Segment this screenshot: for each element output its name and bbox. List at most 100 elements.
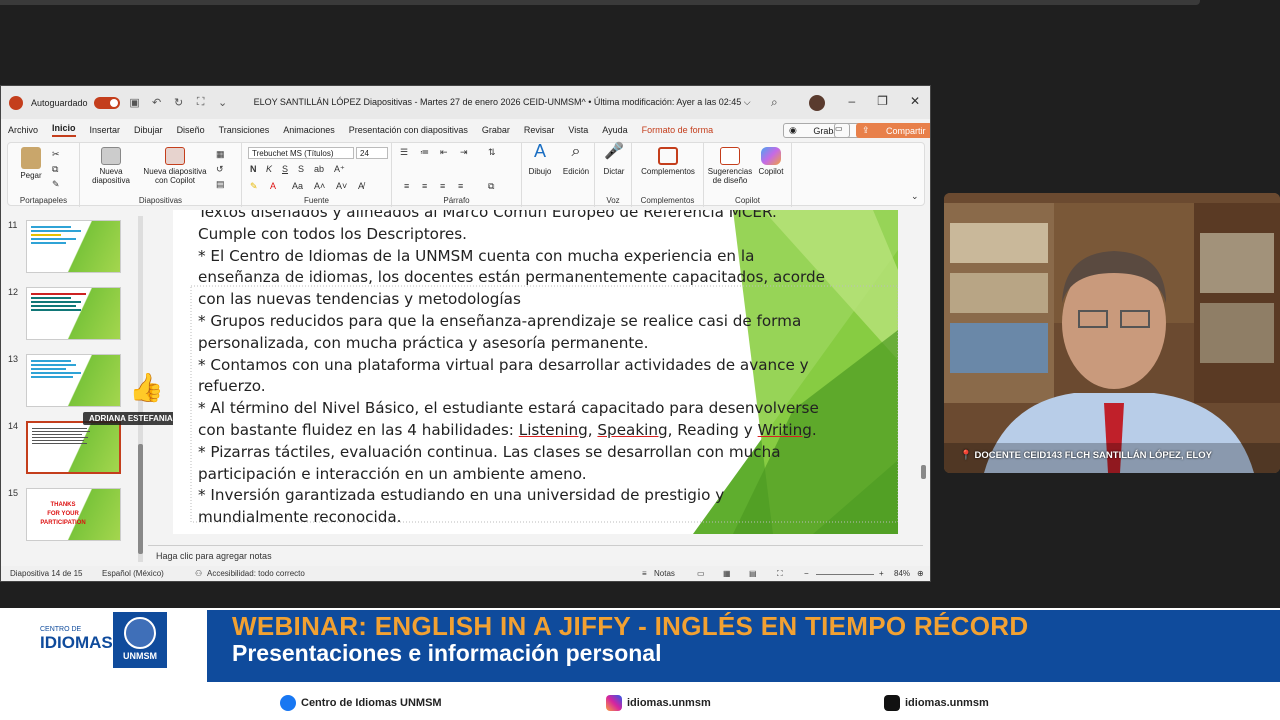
bold-icon[interactable]: N	[250, 164, 257, 174]
slide-thumbnail-14[interactable]	[26, 421, 121, 474]
font-color-grow-icon[interactable]: A⁺	[334, 164, 345, 175]
layout-icon[interactable]: ▦	[216, 149, 225, 160]
zoom-in-icon[interactable]: +	[879, 569, 884, 578]
camera-name: DOCENTE CEID143 FLCH SANTILLÁN LÓPEZ, EL…	[974, 450, 1212, 461]
autosave-label: Autoguardado	[31, 97, 88, 108]
slide-line: * El Centro de Idiomas de la UNMSM cuent…	[198, 246, 755, 265]
comments-button[interactable]: ▭	[834, 123, 850, 138]
clear-format-icon[interactable]: A̸	[358, 181, 364, 191]
menu-ayuda[interactable]: Ayuda	[602, 125, 627, 135]
menu-presentacion[interactable]: Presentación con diapositivas	[349, 125, 468, 135]
reading-view-icon[interactable]: ▤	[749, 569, 757, 578]
copilot-button[interactable]: Copilot	[754, 147, 788, 176]
zoom-out-icon[interactable]: −	[804, 569, 809, 578]
bullets-icon[interactable]: ☰	[400, 147, 408, 158]
notes-toggle[interactable]: Notas	[654, 569, 675, 578]
sorter-view-icon[interactable]: ▦	[723, 569, 731, 578]
restore-icon[interactable]: ❐	[877, 94, 888, 108]
ribbon: Pegar ✂ ⧉ ✎ Portapapeles Nueva diapositi…	[7, 142, 925, 207]
reset-icon[interactable]: ↺	[216, 164, 224, 175]
change-case-icon[interactable]: Aa	[292, 181, 303, 191]
zoom-slider[interactable]	[816, 574, 874, 575]
save-icon[interactable]: ▣	[127, 96, 143, 109]
strikethrough-icon[interactable]: S	[298, 164, 304, 174]
design-ideas-button[interactable]: Sugerencias de diseño	[706, 147, 754, 185]
minimize-icon[interactable]: –	[848, 94, 855, 108]
slide-canvas[interactable]: Textos diseñados y alineados al Marco Co…	[173, 210, 898, 534]
user-avatar[interactable]	[809, 95, 825, 111]
zoom-level[interactable]: 84%	[894, 569, 910, 578]
align-center-icon[interactable]: ≡	[422, 181, 427, 191]
group-complementos: Complementos Complementos	[632, 143, 704, 207]
fit-slide-icon[interactable]: ⊕	[917, 569, 924, 578]
justify-icon[interactable]: ≡	[458, 181, 463, 191]
highlight-icon[interactable]: ✎	[250, 181, 258, 192]
share-label: Compartir	[886, 125, 926, 136]
menu-inicio[interactable]: Inicio	[52, 123, 76, 137]
menu-grabar[interactable]: Grabar	[482, 125, 510, 135]
normal-view-icon[interactable]: ▭	[697, 569, 705, 578]
undo-icon[interactable]: ↶	[149, 96, 165, 109]
menu-transiciones[interactable]: Transiciones	[219, 125, 270, 135]
share-button[interactable]: ⇪ Compartir ▾	[856, 123, 930, 138]
format-painter-icon[interactable]: ✎	[52, 179, 60, 190]
dictate-label: Dictar	[603, 167, 625, 176]
grow-font-icon[interactable]: A˄	[314, 181, 325, 191]
new-slide-copilot-button[interactable]: Nueva diapositiva con Copilot	[140, 147, 210, 185]
slide-thumbnail-12[interactable]	[26, 287, 121, 340]
text-direction-icon[interactable]: ⇅	[488, 147, 496, 158]
language-status[interactable]: Español (México)	[102, 569, 164, 578]
new-slide-button[interactable]: Nueva diapositiva	[88, 147, 134, 185]
dictate-button[interactable]: 🎤 Dictar	[599, 144, 629, 177]
present-icon[interactable]: ⛶	[193, 96, 209, 109]
increase-indent-icon[interactable]: ⇥	[460, 147, 468, 158]
drawing-button[interactable]: A Dibujo	[522, 142, 558, 176]
menu-diseno[interactable]: Diseño	[177, 125, 205, 135]
notes-pane[interactable]: Haga clic para agregar notas	[148, 545, 923, 565]
menu-archivo[interactable]: Archivo	[8, 125, 38, 135]
italic-icon[interactable]: K	[266, 164, 272, 174]
paste-button[interactable]: Pegar	[14, 147, 48, 180]
document-title[interactable]: ELOY SANTILLÁN LÓPEZ Diapositivas - Mart…	[254, 97, 751, 108]
slide-thumbnail-15[interactable]: THANKS FOR YOUR PARTICIPATION	[26, 488, 121, 541]
slide-line: * Al término del Nivel Básico, el estudi…	[198, 399, 819, 418]
slideshow-view-icon[interactable]: ⛶	[777, 569, 783, 579]
slide-scrollbar[interactable]	[920, 210, 928, 540]
menu-vista[interactable]: Vista	[568, 125, 588, 135]
slide-thumbnail-11[interactable]	[26, 220, 121, 273]
redo-icon[interactable]: ↻	[171, 96, 187, 109]
editing-button[interactable]: ⌕ Edición	[558, 144, 594, 177]
align-right-icon[interactable]: ≡	[440, 181, 445, 191]
accessibility-status[interactable]: Accesibilidad: todo correcto	[207, 569, 305, 578]
addins-button[interactable]: Complementos	[638, 147, 698, 176]
decrease-indent-icon[interactable]: ⇤	[440, 147, 448, 158]
search-icon[interactable]: ⌕	[771, 95, 778, 110]
menu-animaciones[interactable]: Animaciones	[283, 125, 335, 135]
menu-dibujar[interactable]: Dibujar	[134, 125, 163, 135]
numbering-icon[interactable]: ≔	[420, 147, 429, 158]
underline-icon[interactable]: S	[282, 164, 288, 174]
accessibility-icon[interactable]: ⚇	[195, 569, 202, 578]
font-name-select[interactable]: Trebuchet MS (Títulos)	[248, 147, 354, 159]
slide-thumbnail-13[interactable]	[26, 354, 121, 407]
smartart-icon[interactable]: ⧉	[488, 181, 494, 192]
cut-icon[interactable]: ✂	[52, 149, 60, 160]
close-icon[interactable]: ✕	[910, 94, 920, 108]
customize-icon[interactable]: ⌄	[215, 96, 231, 109]
shrink-font-icon[interactable]: A˅	[336, 181, 347, 191]
font-size-select[interactable]: 24	[356, 147, 388, 159]
ribbon-expand-icon[interactable]: ⌄	[911, 191, 919, 202]
char-spacing-icon[interactable]: ab	[314, 164, 324, 174]
menu-formato-forma[interactable]: Formato de forma	[642, 125, 714, 135]
seal-text: UNMSM	[123, 651, 157, 661]
autosave-toggle[interactable]	[93, 96, 120, 109]
menu-insertar[interactable]: Insertar	[90, 125, 121, 135]
font-color-icon[interactable]: A	[270, 181, 276, 191]
copy-icon[interactable]: ⧉	[52, 164, 58, 175]
align-left-icon[interactable]: ≡	[404, 181, 409, 191]
logo-small-text: CENTRO DE	[40, 626, 82, 633]
section-icon[interactable]: ▤	[216, 179, 225, 190]
notes-icon[interactable]: ≡	[642, 569, 647, 578]
slide-body-text[interactable]: Textos diseñados y alineados al Marco Co…	[198, 210, 898, 529]
menu-revisar[interactable]: Revisar	[524, 125, 555, 135]
